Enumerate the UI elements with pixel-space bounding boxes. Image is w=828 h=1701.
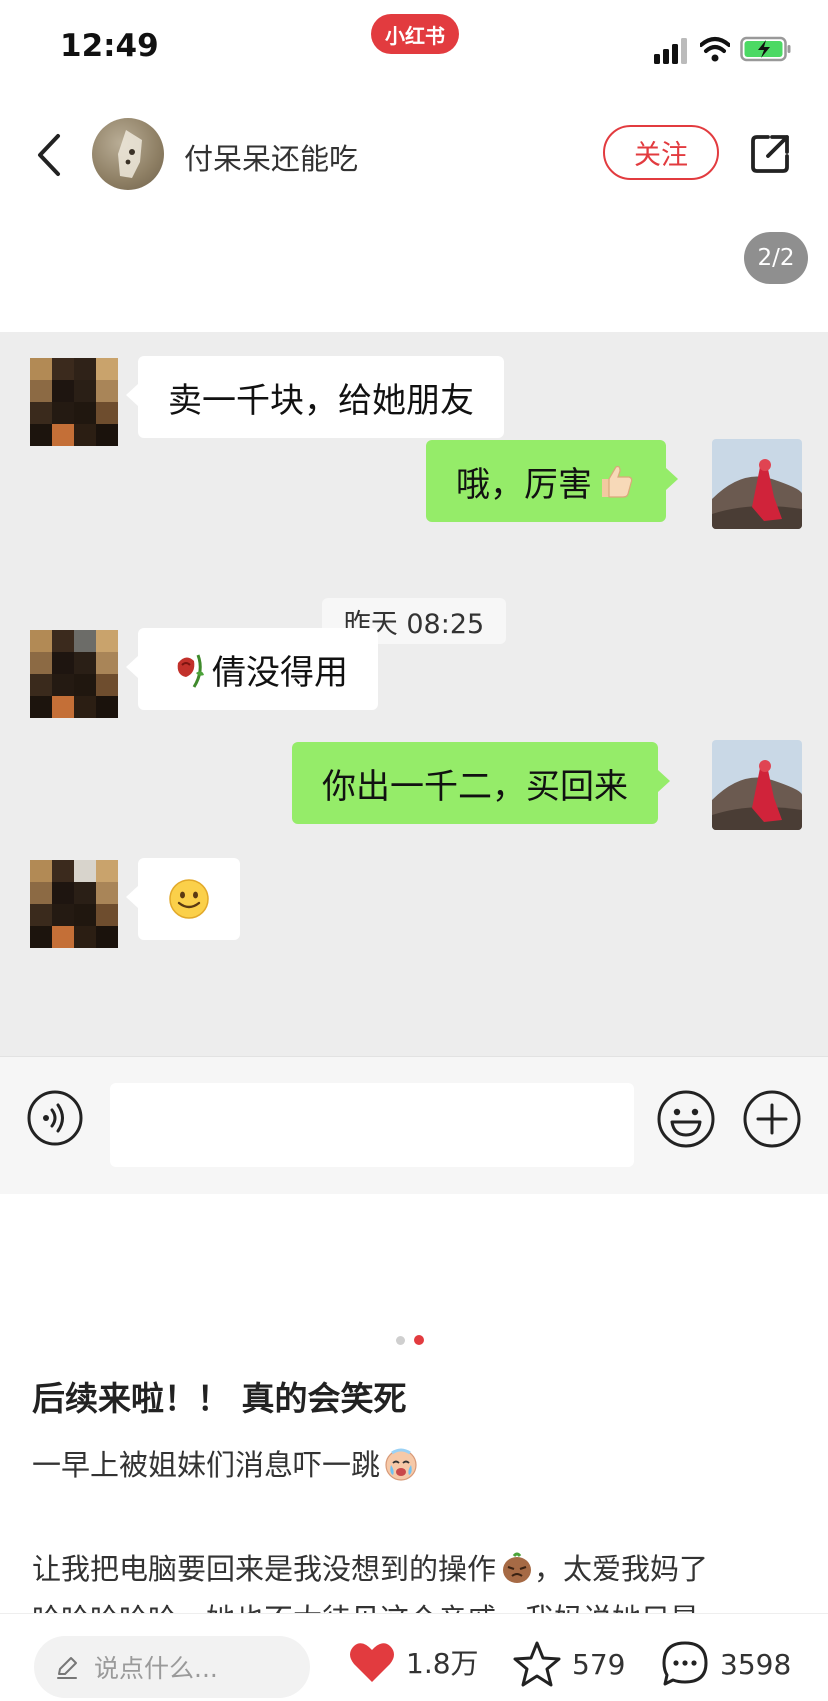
post-body-line: 一早上被姐妹们消息吓一跳 [32,1442,418,1484]
image-page-counter: 2/2 [744,232,808,284]
chat-input-bar [0,1056,828,1194]
contact-avatar-pixelated [30,630,118,718]
favorite-count: 579 [572,1647,626,1681]
crying-face-icon [385,1448,417,1481]
self-avatar [712,439,802,529]
favorite-button[interactable]: 579 [512,1640,625,1688]
comments-button[interactable]: 3598 [660,1640,791,1688]
star-icon [513,1641,561,1687]
author-avatar[interactable] [92,118,164,190]
app-logo-badge: 小红书 [371,14,459,54]
chat-text-input [110,1083,634,1167]
emoji-icon [657,1090,715,1148]
contact-avatar-pixelated [30,358,118,446]
chat-bubble: 你出一千二，买回来 [292,742,670,824]
smiling-face-icon [169,879,209,919]
pencil-icon [57,1657,77,1679]
chat-bubble: 卖一千块，给她朋友 [126,356,504,438]
grumpy-potato-icon [503,1552,532,1583]
like-count: 1.8万 [406,1647,479,1680]
post-image-chat-screenshot[interactable]: 卖一千块，给她朋友 哦，厉害 昨天 08:25 倩没得用 你出一千二，买回来 [0,332,828,1194]
author-name[interactable]: 付呆呆还能吃 [184,136,358,178]
post-body-text: ，太爱我妈了 [534,1552,709,1586]
chat-message-text: 你出一千二，买回来 [322,766,628,807]
chat-bubble: 倩没得用 [126,628,378,710]
post-body-text: 让我把电脑要回来是我没想到的操作 [32,1552,497,1586]
post-body-line: 让我把电脑要回来是我没想到的操作 ，太爱我妈了 [32,1546,708,1588]
cellular-signal-icon [654,38,687,64]
plus-circle-icon [743,1090,801,1148]
self-avatar [712,740,802,830]
share-icon[interactable] [748,132,792,176]
chat-message-text: 倩没得用 [212,652,348,693]
battery-charging-icon [740,36,791,62]
heart-icon [350,1643,394,1682]
post-title: 后续来啦！！ 真的会笑死 [32,1379,407,1418]
thumbs-up-icon [602,465,633,498]
comment-input[interactable]: 说点什么... [34,1636,310,1698]
follow-button[interactable]: 关注 [603,125,719,180]
comment-placeholder: 说点什么... [94,1654,218,1683]
back-arrow-icon[interactable] [30,130,70,180]
contact-avatar-pixelated [30,860,118,948]
like-button[interactable]: 1.8万 [348,1640,479,1684]
wifi-icon [700,37,730,62]
chat-bubble [126,858,240,940]
voice-input-icon [27,1090,83,1146]
comment-count: 3598 [720,1647,792,1681]
carousel-dot-active[interactable] [414,1335,424,1345]
carousel-dot[interactable] [396,1336,405,1345]
comment-bubble-icon [662,1641,708,1686]
status-time: 12:49 [60,28,159,64]
chat-message-text: 卖一千块，给她朋友 [168,380,474,421]
wilted-rose-icon [177,654,204,688]
post-body-text: 一早上被姐妹们消息吓一跳 [32,1448,381,1482]
chat-bubble: 哦，厉害 [426,440,678,522]
chat-message-text: 哦，厉害 [456,464,592,505]
